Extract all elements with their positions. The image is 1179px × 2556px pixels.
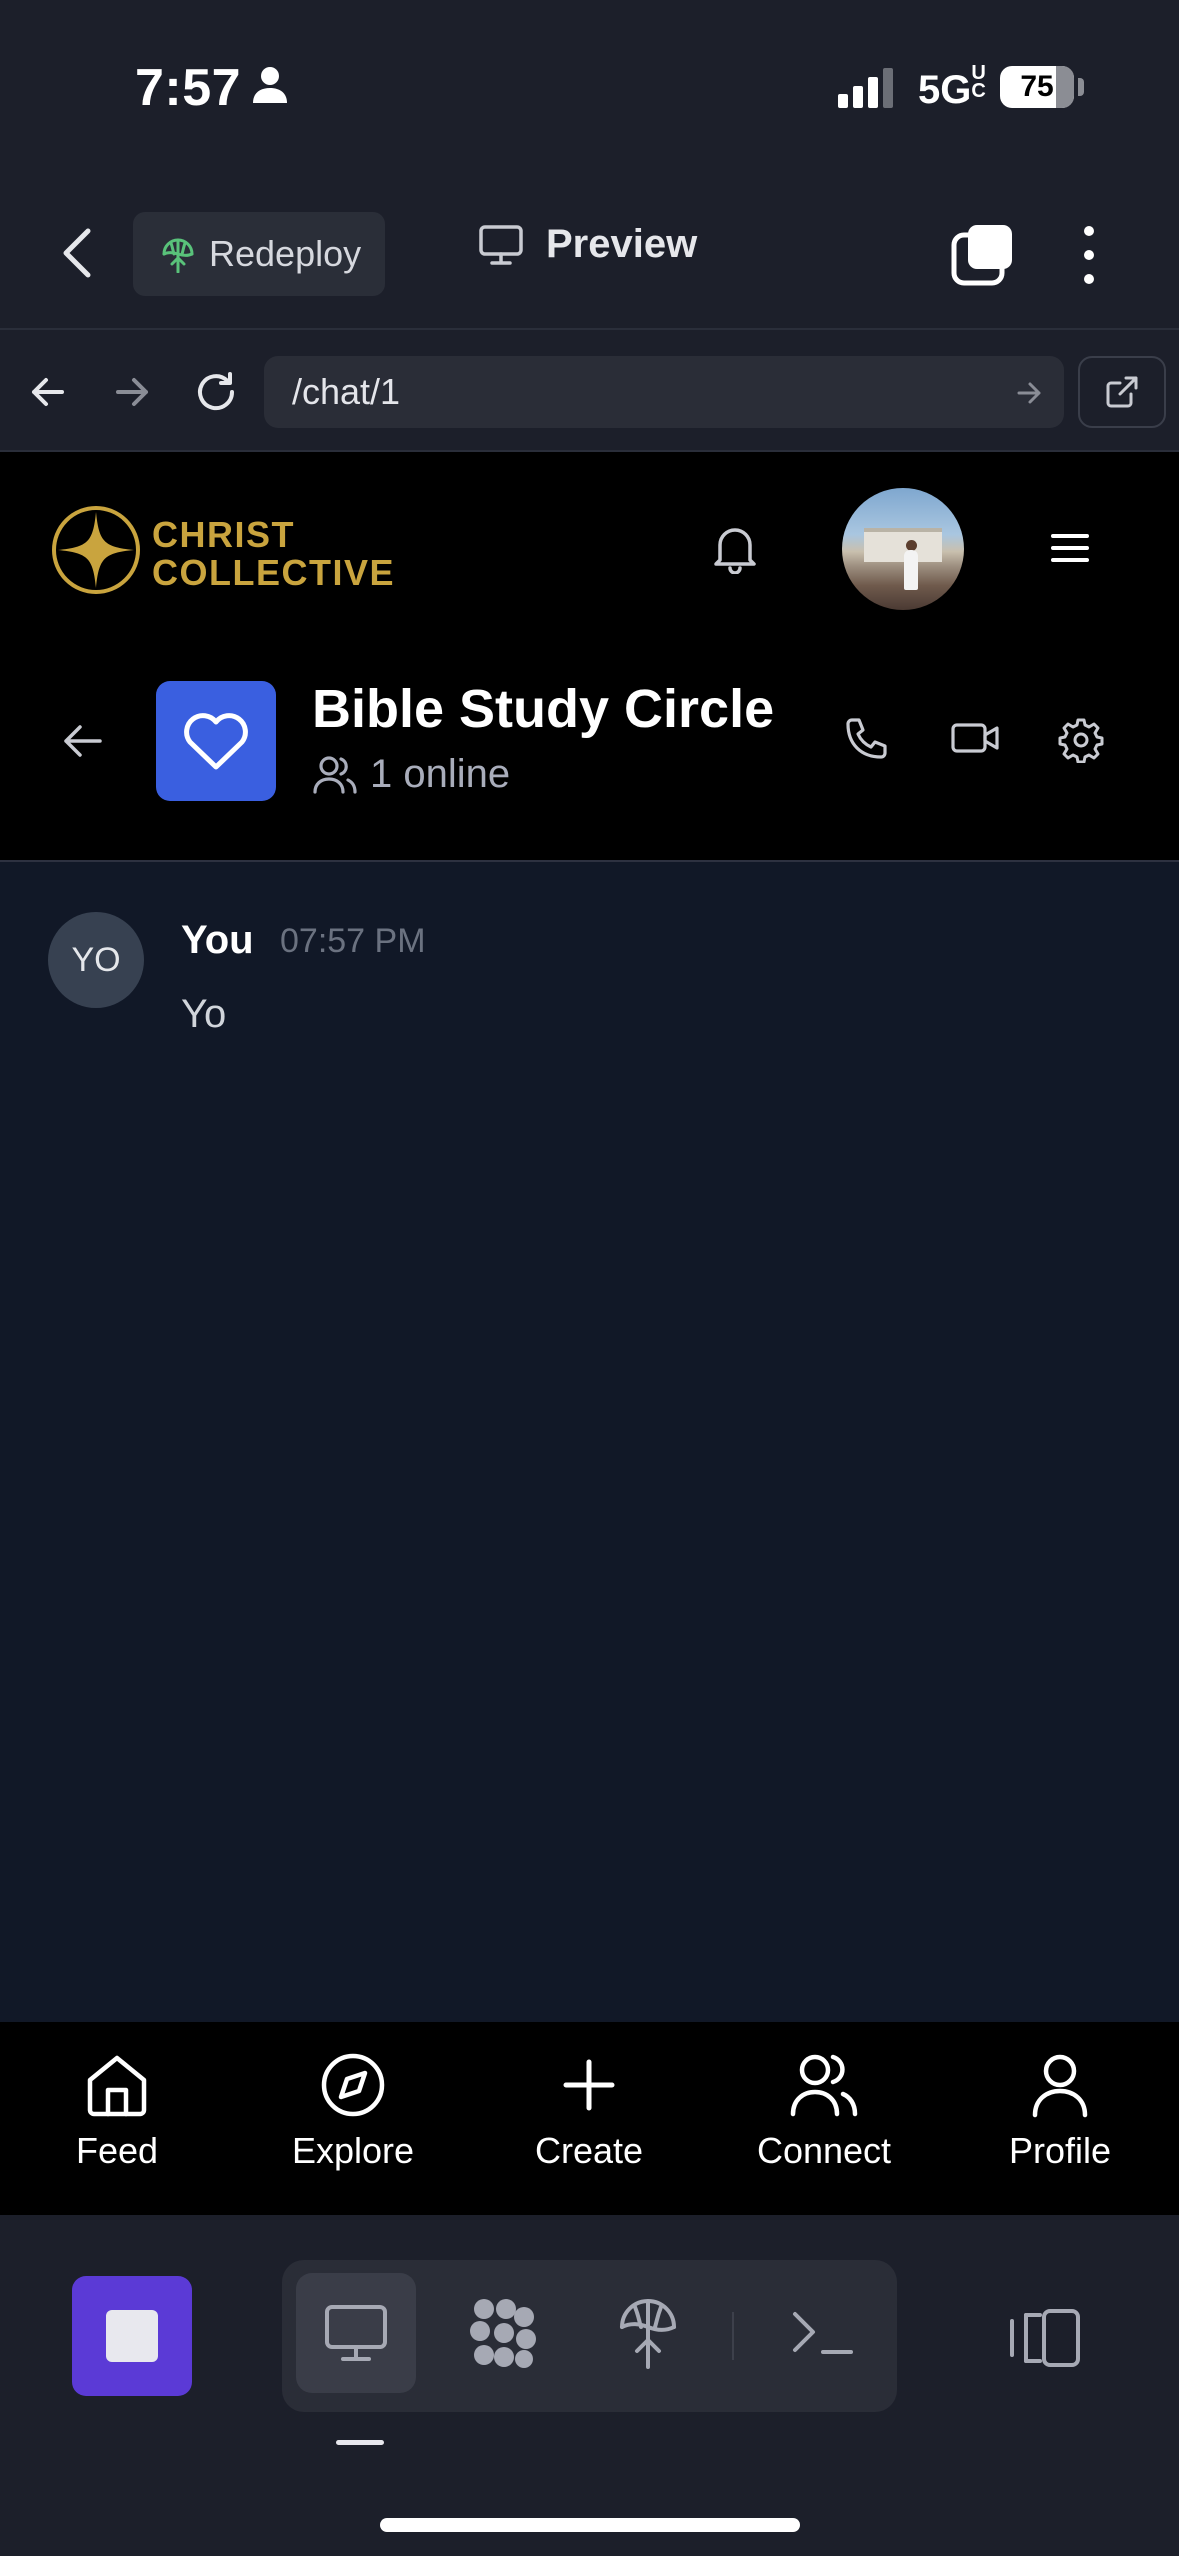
- tab-connect[interactable]: Connect: [724, 2052, 924, 2172]
- stop-icon: [106, 2310, 158, 2362]
- redeploy-label: Redeploy: [209, 233, 362, 274]
- message-author: You: [181, 918, 254, 962]
- back-chevron-icon[interactable]: [62, 227, 92, 279]
- arrow-right-icon[interactable]: [112, 372, 152, 412]
- logo-line-2: COLLECTIVE: [152, 552, 396, 593]
- workspace-tab[interactable]: [444, 2273, 564, 2393]
- divider: [732, 2312, 734, 2360]
- status-time: 7:57: [135, 59, 242, 117]
- url-text: /chat/1: [292, 371, 401, 412]
- battery-icon: 75: [1000, 66, 1074, 108]
- shell-tab[interactable]: [762, 2273, 882, 2393]
- redeploy-button[interactable]: Redeploy: [133, 212, 385, 296]
- url-input[interactable]: /chat/1: [264, 356, 1064, 428]
- message-text: Yo: [181, 992, 227, 1036]
- users-icon: [312, 755, 358, 795]
- home-icon: [84, 2052, 150, 2118]
- heart-icon: [181, 710, 251, 772]
- tab-label: Create: [534, 2130, 644, 2171]
- chat-title: Bible Study Circle: [312, 679, 775, 739]
- reload-icon[interactable]: [194, 370, 238, 414]
- monitor-icon: [323, 2303, 389, 2363]
- tabs-icon[interactable]: [950, 223, 1014, 287]
- logo-line-1: CHRIST: [152, 514, 295, 555]
- bell-icon[interactable]: [712, 524, 758, 574]
- arrow-left-icon[interactable]: [62, 722, 104, 760]
- user-icon: [1027, 2052, 1093, 2118]
- preview-label: Preview: [546, 222, 698, 266]
- network-label: 5GUC: [918, 62, 986, 112]
- signal-icon: [838, 66, 898, 108]
- app-toolbar: Redeploy Preview: [0, 175, 1179, 330]
- url-bar: /chat/1: [0, 332, 1179, 452]
- preview-button[interactable]: Preview: [478, 222, 697, 267]
- star-logo-icon: [50, 504, 142, 596]
- deployments-tab[interactable]: [588, 2273, 708, 2393]
- tab-explore[interactable]: Explore: [253, 2052, 453, 2172]
- tab-create[interactable]: Create: [489, 2052, 689, 2172]
- status-bar: 7:57 5GUC 75: [0, 0, 1179, 175]
- battery-nub: [1078, 78, 1084, 96]
- deploy-icon: [617, 2295, 679, 2371]
- group-avatar: [156, 681, 276, 801]
- tab-label: Feed: [75, 2130, 159, 2171]
- video-icon[interactable]: [950, 719, 1000, 757]
- bottom-tab-bar: Feed Explore Create Connect Profile: [0, 2022, 1179, 2215]
- monitor-icon: [478, 224, 524, 266]
- active-indicator: [336, 2440, 384, 2445]
- tab-label: Connect: [756, 2130, 892, 2171]
- chat-messages: YO You 07:57 PM Yo: [0, 862, 1179, 2022]
- profile-avatar[interactable]: [842, 488, 964, 610]
- deploy-icon: [161, 235, 195, 273]
- person-icon: [252, 66, 288, 104]
- online-status: 1 online: [312, 752, 510, 797]
- more-vertical-icon[interactable]: [1073, 223, 1105, 287]
- online-count: 1 online: [370, 752, 511, 796]
- home-indicator: [380, 2518, 800, 2532]
- phone-icon[interactable]: [842, 717, 888, 763]
- view-switcher: [282, 2260, 897, 2412]
- go-arrow-icon[interactable]: [1016, 380, 1042, 406]
- panels-icon[interactable]: [1006, 2307, 1082, 2369]
- preview-tab[interactable]: [296, 2273, 416, 2393]
- menu-icon[interactable]: [1050, 532, 1090, 564]
- plus-icon: [556, 2052, 622, 2118]
- tab-profile[interactable]: Profile: [960, 2052, 1160, 2172]
- external-link-icon: [1105, 375, 1139, 409]
- users-icon: [789, 2052, 859, 2118]
- stop-button[interactable]: [72, 2276, 192, 2396]
- site-header: CHRIST COLLECTIVE Bible Study Circle 1 o…: [0, 452, 1179, 862]
- gear-icon[interactable]: [1058, 717, 1104, 763]
- compass-icon: [320, 2052, 386, 2118]
- tab-label: Explore: [291, 2130, 415, 2171]
- grid-icon: [466, 2295, 542, 2371]
- dev-toolbar: [0, 2215, 1179, 2556]
- message-avatar: YO: [48, 912, 144, 1008]
- open-external-button[interactable]: [1078, 356, 1166, 428]
- tab-feed[interactable]: Feed: [17, 2052, 217, 2172]
- message-time: 07:57 PM: [280, 922, 426, 960]
- arrow-left-icon[interactable]: [28, 372, 68, 412]
- site-logo-text[interactable]: CHRIST COLLECTIVE: [152, 516, 395, 592]
- tab-label: Profile: [1008, 2130, 1112, 2171]
- terminal-icon: [789, 2308, 855, 2358]
